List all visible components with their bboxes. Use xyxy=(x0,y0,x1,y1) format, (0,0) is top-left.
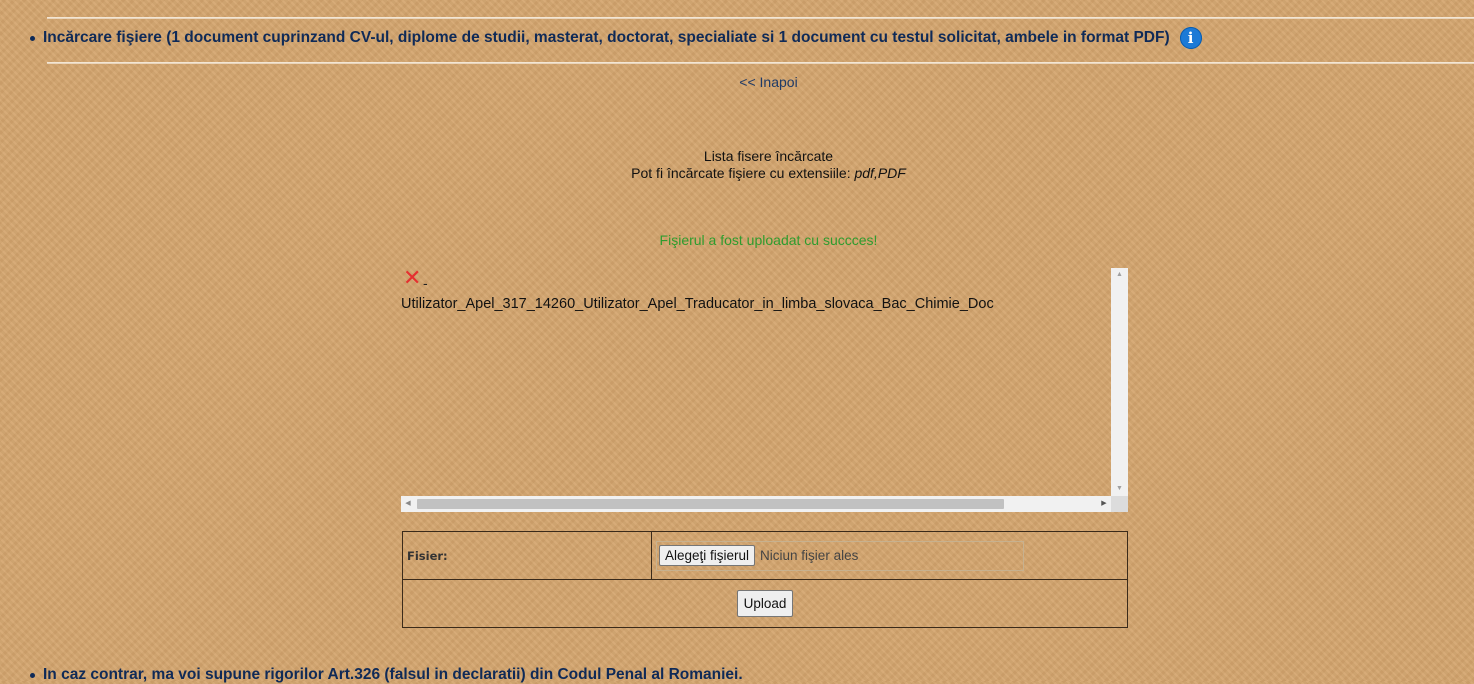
uploaded-file-link[interactable]: Utilizator_Apel_317_14260_Utilizator_Ape… xyxy=(401,296,994,312)
uploaded-files-list: ✕ - Utilizator_Apel_317_14260_Utilizator… xyxy=(401,268,1128,512)
footer-statement: In caz contrar, ma voi supune rigorilor … xyxy=(30,666,743,684)
choose-file-button[interactable]: Alegeţi fişierul xyxy=(659,545,756,566)
scroll-right-arrow-icon[interactable]: ▶ xyxy=(1097,496,1111,512)
section-title-text: Incărcare fişiere (1 document cuprinzand… xyxy=(43,29,1170,46)
no-file-text: Niciun fişier ales xyxy=(760,548,859,563)
info-icon[interactable]: i xyxy=(1179,27,1202,49)
back-link-row: << Inapoi xyxy=(0,74,1474,90)
file-label: Fisier: xyxy=(402,531,652,580)
scroll-up-arrow-icon[interactable]: ▲ xyxy=(1111,268,1128,282)
extensions-info: Pot fi încărcate fişiere cu extensiile: … xyxy=(0,165,1474,182)
upload-form: Fisier: Alegeţi fişierul Niciun fişier a… xyxy=(402,531,1128,628)
footer-text: In caz contrar, ma voi supune rigorilor … xyxy=(43,666,743,683)
bullet-icon xyxy=(30,672,35,678)
file-row: Fisier: Alegeţi fişierul Niciun fişier a… xyxy=(402,531,1128,580)
file-list-header: Lista fisere încărcate Pot fi încărcate … xyxy=(0,148,1474,182)
section-divider xyxy=(47,62,1474,64)
horizontal-scrollbar[interactable]: ◀ ▶ xyxy=(401,496,1111,512)
file-separator: - xyxy=(423,275,428,291)
bullet-icon xyxy=(30,35,35,41)
upload-button[interactable]: Upload xyxy=(736,590,794,617)
scroll-corner xyxy=(1111,496,1128,512)
file-list-content: ✕ - Utilizator_Apel_317_14260_Utilizator… xyxy=(401,268,1111,496)
back-link[interactable]: << Inapoi xyxy=(739,74,797,90)
file-list-title: Lista fisere încărcate xyxy=(703,148,834,164)
delete-x-icon[interactable]: ✕ xyxy=(403,268,421,290)
extensions-prefix: Pot fi încărcate fişiere cu extensiile: xyxy=(631,165,855,181)
upload-cell: Upload xyxy=(402,579,1128,628)
file-input[interactable]: Alegeţi fişierul Niciun fişier ales xyxy=(656,540,1024,571)
upload-row: Upload xyxy=(402,579,1128,628)
horizontal-scroll-thumb[interactable] xyxy=(417,499,1004,509)
success-message: Fişierul a fost uploadat cu succces! xyxy=(659,232,878,248)
top-divider xyxy=(47,17,1474,19)
scroll-left-arrow-icon[interactable]: ◀ xyxy=(401,496,415,512)
file-input-cell: Alegeţi fişierul Niciun fişier ales xyxy=(651,531,1128,580)
vertical-scrollbar[interactable]: ▲ ▼ xyxy=(1111,268,1128,496)
scroll-down-arrow-icon[interactable]: ▼ xyxy=(1111,482,1128,496)
section-heading: Incărcare fişiere (1 document cuprinzand… xyxy=(30,27,1202,49)
extensions-value: pdf,PDF xyxy=(854,165,906,181)
